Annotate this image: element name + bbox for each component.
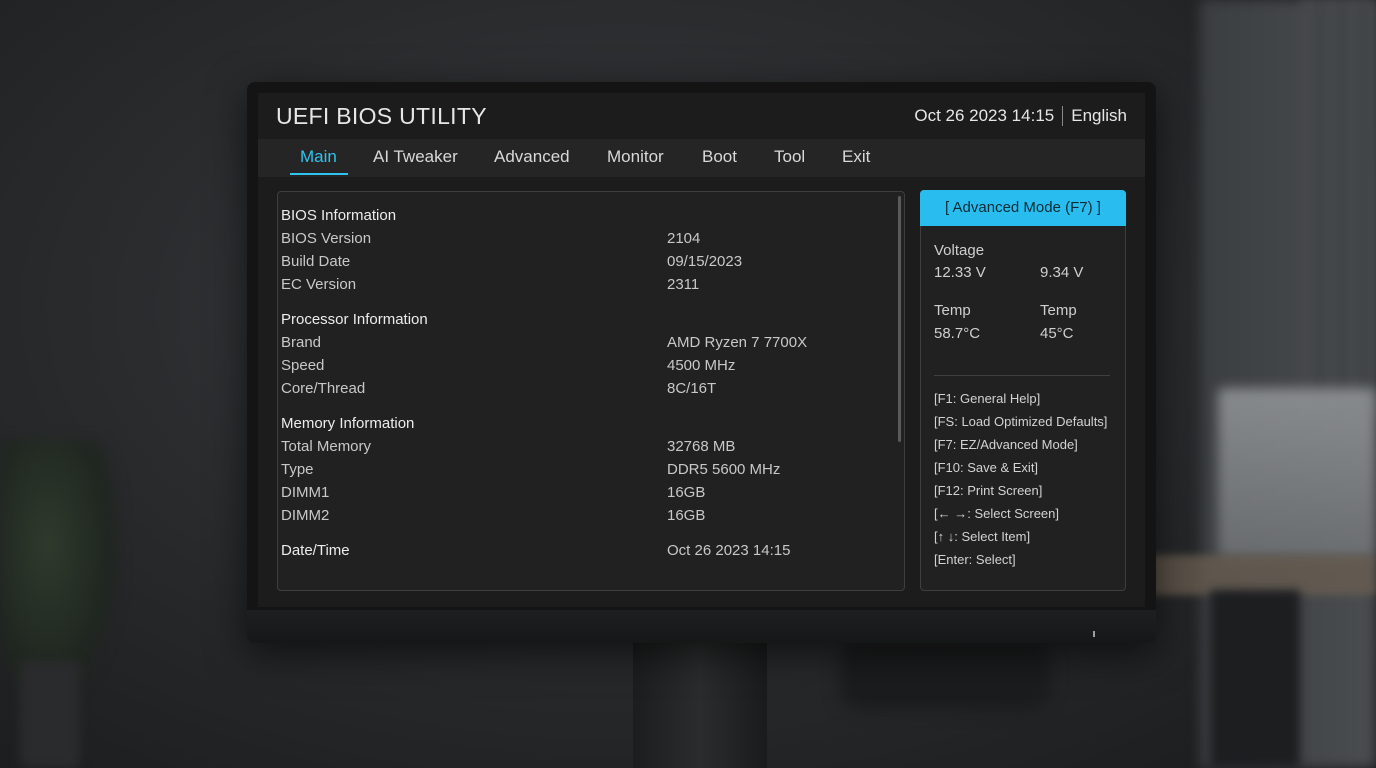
power-led-icon (1093, 631, 1095, 637)
active-tab-indicator (290, 173, 348, 175)
bios-screen: UEFI BIOS UTILITY Oct 26 2023 14:15 Engl… (258, 93, 1145, 607)
temp-value-1: 58.7°C (934, 325, 981, 342)
date-time-label[interactable]: Date/Time (281, 542, 350, 559)
tab-main[interactable]: Main (300, 147, 337, 167)
tab-ai-tweaker[interactable]: AI Tweaker (373, 147, 458, 167)
brand-label: Brand (281, 334, 322, 351)
background-window (1300, 0, 1376, 420)
hotkey-enter-select: [Enter: Select] (934, 552, 1016, 567)
tab-advanced[interactable]: Advanced (494, 147, 570, 167)
hotkey-ez-advanced-mode: [F7: EZ/Advanced Mode] (934, 437, 1078, 452)
dimm2-value: 16GB (667, 507, 706, 524)
tab-bar: Main AI Tweaker Advanced Monitor Boot To… (258, 139, 1145, 177)
advanced-mode-button[interactable]: [ Advanced Mode (F7) ] (920, 190, 1126, 226)
voltage-label: Voltage (934, 242, 985, 259)
brand-value: AMD Ryzen 7 7700X (667, 334, 808, 351)
date-time-value[interactable]: Oct 26 2023 14:15 (667, 542, 790, 559)
bios-version-label: BIOS Version (281, 230, 372, 247)
background-desk (1150, 555, 1376, 595)
memory-type-label: Type (281, 461, 314, 478)
dimm2-label: DIMM2 (281, 507, 330, 524)
system-info-panel (277, 191, 905, 591)
background-desk-leg (1210, 590, 1300, 768)
ec-version-label: EC Version (281, 276, 357, 293)
bios-version-value: 2104 (667, 230, 701, 247)
total-memory-value: 32768 MB (667, 438, 736, 455)
header-status: Oct 26 2023 14:15 English (914, 106, 1127, 126)
hotkey-save-exit: [F10: Save & Exit] (934, 460, 1039, 475)
background-pot (20, 660, 80, 768)
hotkey-select-item: [↑ ↓: Select Item] (934, 529, 1031, 544)
speed-label: Speed (281, 357, 325, 374)
voltage-value-1: 12.33 V (934, 264, 986, 281)
bios-info-heading: BIOS Information (281, 207, 397, 224)
background-monitor (1218, 388, 1376, 558)
hotkey-general-help: [F1: General Help] (934, 391, 1041, 406)
tab-exit[interactable]: Exit (842, 147, 870, 167)
dimm1-label: DIMM1 (281, 484, 330, 501)
header-datetime: Oct 26 2023 14:15 (914, 106, 1055, 125)
speed-value: 4500 MHz (667, 357, 736, 374)
hotkey-select-screen: [← →: Select Screen] (934, 506, 1059, 521)
temp-label-2: Temp (1040, 302, 1077, 319)
tab-monitor[interactable]: Monitor (607, 147, 664, 167)
voltage-value-2: 9.34 V (1040, 264, 1084, 281)
tab-tool[interactable]: Tool (774, 147, 805, 167)
monitor-chin (247, 610, 1156, 643)
ec-version-value: 2311 (667, 276, 700, 293)
side-panel-divider (934, 375, 1110, 376)
core-thread-label: Core/Thread (281, 380, 366, 397)
tab-boot[interactable]: Boot (702, 147, 737, 167)
memory-type-value: DDR5 5600 MHz (667, 461, 781, 478)
header-divider (1062, 106, 1064, 126)
hotkey-print-screen: [F12: Print Screen] (934, 483, 1043, 498)
language-selector[interactable]: English (1071, 106, 1127, 126)
monitor-stand (633, 640, 767, 768)
temp-value-2: 45°C (1040, 325, 1074, 342)
total-memory-label: Total Memory (281, 438, 372, 455)
processor-info-heading: Processor Information (281, 311, 428, 328)
temp-label-1: Temp (934, 302, 971, 319)
dimm1-value: 16GB (667, 484, 706, 501)
hotkey-load-defaults: [FS: Load Optimized Defaults] (934, 414, 1108, 429)
app-title: UEFI BIOS UTILITY (276, 103, 487, 129)
memory-info-heading: Memory Information (281, 415, 415, 432)
info-panel-scrollbar[interactable] (898, 196, 901, 442)
build-date-label: Build Date (281, 253, 351, 270)
build-date-value: 09/15/2023 (667, 253, 743, 270)
background-chair (840, 640, 1050, 710)
core-thread-value: 8C/16T (667, 380, 717, 397)
